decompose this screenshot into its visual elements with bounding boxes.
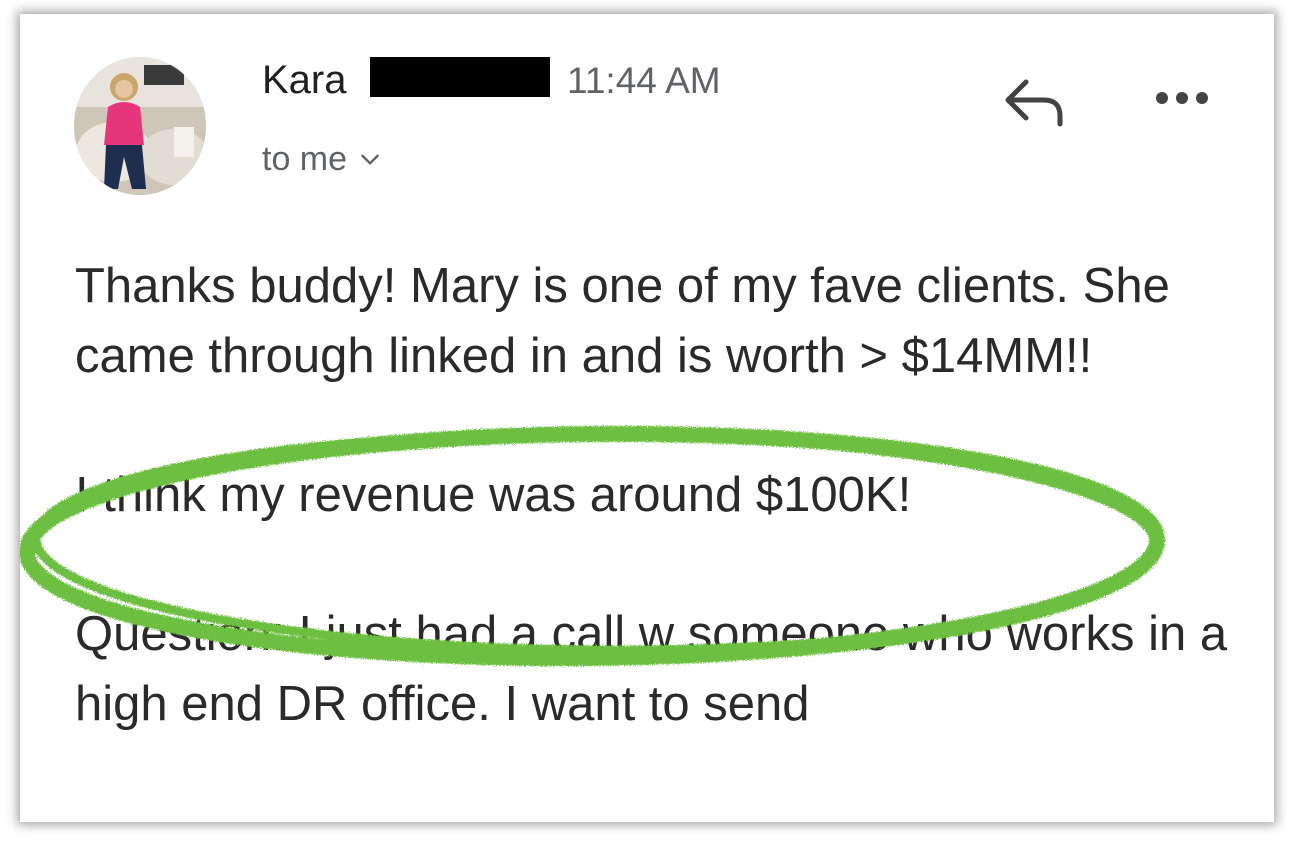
more-horizontal-icon — [1156, 92, 1208, 104]
body-paragraph-1: Thanks buddy! Mary is one of my fave cli… — [75, 259, 1184, 383]
reply-icon — [1005, 79, 1063, 127]
avatar-photo — [74, 57, 206, 195]
recipient-label: to me — [262, 140, 348, 178]
body-paragraph-3: Question: I just had a call w someone wh… — [75, 607, 1241, 731]
sender-avatar[interactable] — [74, 57, 206, 195]
sender-name: Kara — [262, 58, 347, 102]
chevron-down-icon — [361, 154, 379, 165]
email-body: Thanks buddy! Mary is one of my fave cli… — [75, 251, 1265, 739]
redaction-bar — [370, 57, 550, 97]
reply-button[interactable] — [1000, 72, 1070, 132]
more-options-button[interactable] — [1142, 76, 1222, 120]
sent-time: 11:44 AM — [567, 60, 721, 101]
email-message-card: Kara 11:44 AM to me Thanks buddy! Mary i… — [20, 14, 1274, 822]
recipient-toggle[interactable]: to me — [262, 137, 383, 181]
body-paragraph-2: I think my revenue was around $100K! — [75, 468, 912, 522]
